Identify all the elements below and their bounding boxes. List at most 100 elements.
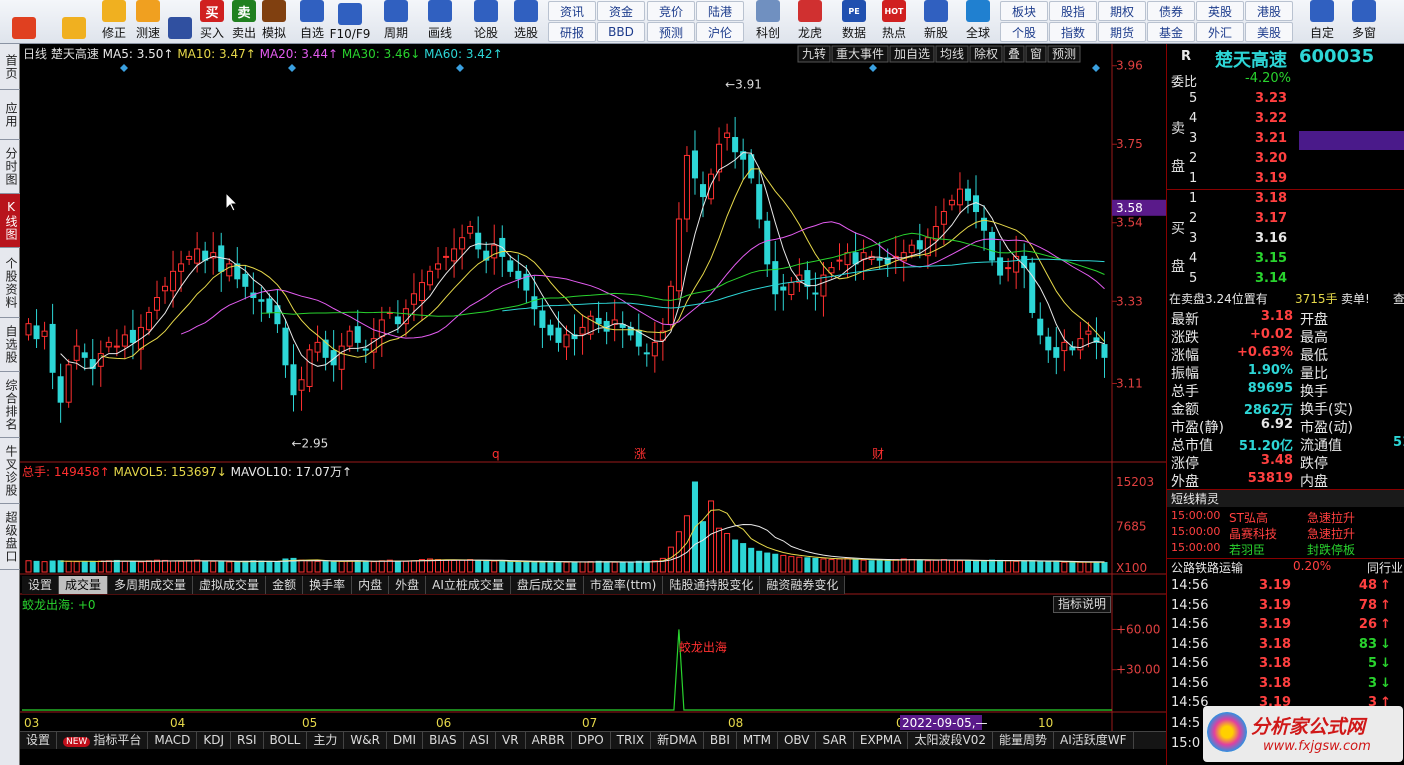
toolbar-grid-button[interactable]: 期货 [1098,22,1146,42]
toolbar-grid-button[interactable]: 基金 [1147,22,1195,42]
indicator-tab[interactable]: BOLL [264,732,308,749]
toolbar-grid-button[interactable]: 板块 [1000,1,1048,21]
indicator-tab[interactable]: VR [496,732,526,749]
sprite-stock[interactable]: 若羽臣 [1229,541,1265,558]
sidebar-item[interactable]: 超级盘口 [0,504,20,570]
sector-tab[interactable]: 同行业 [1367,559,1403,576]
indicator-tab[interactable]: AI活跃度WF [1054,732,1134,749]
sector-name[interactable]: 公路铁路运输 [1171,559,1243,576]
toolbar-grid-button[interactable]: 研报 [548,22,596,42]
position-more[interactable]: 查 [1393,290,1404,307]
sprite-stock[interactable]: 晶赛科技 [1229,525,1277,542]
indicator-tab[interactable]: 设置 [20,732,58,749]
toolbar-grid-button[interactable]: 美股 [1245,22,1293,42]
indicator-tab[interactable]: TRIX [611,732,652,749]
custom-button[interactable]: 自定 [1302,0,1342,44]
indicator-tab[interactable]: 太阳波段V02 [908,732,993,749]
indicator-tab[interactable]: W&R [344,732,387,749]
candle [940,211,947,225]
sidebar-item[interactable]: 牛叉诊股 [0,438,20,504]
newstock-button[interactable]: 新股 [916,0,956,44]
toolbar-grid-button[interactable]: 指数 [1049,22,1097,42]
tick-volume: 83 [1358,636,1377,652]
indicator-tab[interactable]: MTM [737,732,778,749]
toolbar-grid-button[interactable]: 英股 [1196,1,1244,21]
forum-button[interactable]: 论股 [466,0,506,44]
toolbar-grid-button[interactable]: 期权 [1098,1,1146,21]
indicator-tab[interactable]: MACD [148,732,198,749]
toolbar-grid-button[interactable]: 债券 [1147,1,1195,21]
windows-button[interactable] [4,0,44,44]
toolbar-grid-button[interactable]: 股指 [1049,1,1097,21]
indicator-tab[interactable]: SAR [816,732,854,749]
volume-bar [81,561,88,573]
indicator-tab[interactable]: DMI [387,732,424,749]
indicator-tab[interactable]: RSI [231,732,264,749]
sidebar-item[interactable]: 自选股 [0,318,20,372]
toolbar-grid-button[interactable]: 个股 [1000,22,1048,42]
indicator-tab[interactable]: DPO [572,732,611,749]
back-arrow-button[interactable] [54,0,94,44]
toolbar-grid-button[interactable]: 预测 [647,22,695,42]
volume-tab[interactable]: 虚拟成交量 [193,576,267,594]
kline-chart[interactable]: 日线 楚天高速 MA5: 3.50↑ MA10: 3.47↑ MA20: 3.4… [20,44,1166,749]
volume-tab[interactable]: 多周期成交量 [108,576,194,594]
pen-button[interactable]: 画线 [420,0,460,44]
volume-tab[interactable]: 内盘 [352,576,390,594]
sidebar-item[interactable]: 综合排名 [0,372,20,438]
hammer-button[interactable]: 模拟 [254,0,294,44]
sidebar-item[interactable]: K线图 [0,194,20,248]
indicator-tab[interactable]: KDJ [197,732,231,749]
toolbar-grid-button[interactable]: 沪伦 [696,22,744,42]
candle [1005,267,1012,270]
indicator-tab[interactable]: BBI [704,732,737,749]
volume-bar [459,559,466,573]
indicator-tab[interactable]: NEW 指标平台 [57,732,149,749]
kechuang-button[interactable]: 科创 [748,0,788,44]
toolbar-grid-button[interactable]: 竞价 [647,1,695,21]
sidebar-item[interactable]: 首页 [0,44,20,90]
current-price-label: 3.58 [1116,201,1143,215]
volume-tab[interactable]: AI立桩成交量 [426,576,511,594]
volume-tab[interactable]: 外盘 [389,576,427,594]
indicator-tab[interactable]: EXPMA [854,732,909,749]
volume-tab[interactable]: 金额 [266,576,304,594]
indicator-tab[interactable]: BIAS [423,732,464,749]
indicator-tab[interactable]: 主力 [307,732,345,749]
candle [194,248,201,264]
arrow-down-icon: ↓ [1380,675,1391,691]
indicator-help-button[interactable]: 指标说明 [1053,596,1111,613]
volume-tab[interactable]: 设置 [22,576,60,594]
volume-tab[interactable]: 换手率 [303,576,353,594]
star-button[interactable]: 自选 [292,0,332,44]
indicator-tab[interactable]: 新DMA [651,732,704,749]
volume-tab[interactable]: 市盈率(ttm) [584,576,664,594]
toolbar-grid-button[interactable]: 资金 [597,1,645,21]
indicator-tab[interactable]: ARBR [526,732,572,749]
toolbar-grid-button[interactable]: 陆港 [696,1,744,21]
select-button[interactable]: 选股 [506,0,546,44]
indicator-tab[interactable]: 能量周势 [993,732,1054,749]
toolbar-grid-button[interactable]: 外汇 [1196,22,1244,42]
multiwindow-button[interactable]: 多窗 [1344,0,1384,44]
toolbar-grid-button[interactable]: 港股 [1245,1,1293,21]
pe-button[interactable]: PE 数据 [834,0,874,44]
sidebar-item[interactable]: 应用 [0,90,20,140]
hot-button[interactable]: HOT 热点 [874,0,914,44]
sidebar-item[interactable]: 分时图 [0,140,20,194]
indicator-tab[interactable]: ASI [464,732,497,749]
toolbar-grid-button[interactable]: 资讯 [548,1,596,21]
tick-time: 14:56 [1171,597,1209,613]
volume-tab[interactable]: 盘后成交量 [511,576,584,594]
volume-tab[interactable]: 陆股通持股变化 [663,576,761,594]
f10-button[interactable]: F10/F9 [330,0,370,44]
volume-tab[interactable]: 融资融券变化 [760,576,846,594]
sidebar-item[interactable]: 个股资料 [0,248,20,318]
toolbar-grid-button[interactable]: BBD [597,22,645,42]
volume-tab[interactable]: 成交量 [59,576,109,594]
dragon-button[interactable]: 龙虎 [790,0,830,44]
indicator-tab[interactable]: OBV [778,732,817,749]
globe-button[interactable]: 全球 [958,0,998,44]
sprite-stock[interactable]: ST弘高 [1229,509,1268,526]
period-button[interactable]: 周期 [376,0,416,44]
